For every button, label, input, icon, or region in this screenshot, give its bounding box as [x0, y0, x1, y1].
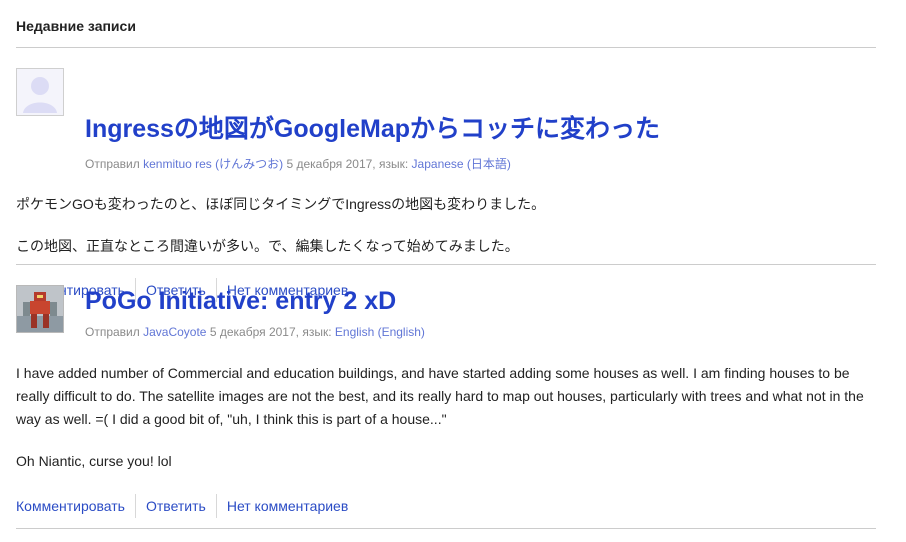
post-body: I have added number of Commercial and ed… [16, 362, 876, 473]
meta-language-label: язык: [302, 325, 332, 339]
no-comments-link[interactable]: Нет комментариев [215, 494, 358, 518]
post-entry: Ingressの地図がGoogleMapからコッチに変わった Отправил … [16, 48, 876, 302]
post-paragraph: この地図、正直なところ間違いが多い。で、編集したくなって始めてみました。 [16, 238, 519, 254]
author-link[interactable]: JavaCoyote [143, 325, 206, 339]
post-paragraph: Oh Niantic, curse you! lol [16, 453, 172, 469]
meta-date: 5 декабря 2017, [286, 157, 376, 171]
comment-link[interactable]: Комментировать [16, 494, 135, 518]
post-title[interactable]: Ingressの地図がGoogleMapからコッチに変わった [85, 114, 660, 144]
language-link[interactable]: English (English) [335, 325, 425, 339]
section-title: Недавние записи [16, 0, 876, 48]
post-meta: Отправил JavaCoyote 5 декабря 2017, язык… [85, 325, 425, 339]
recent-entries: Недавние записи Ingressの地図がGoogleMapからコッ… [16, 0, 876, 529]
post-paragraph: ポケモンGOも変わったのと、ほぼ同じタイミングでIngressの地図も変わりまし… [16, 196, 546, 212]
post-entry: PoGo Initiative: entry 2 xD Отправил Jav… [16, 265, 876, 529]
post-paragraph: I have added number of Commercial and ed… [16, 365, 864, 427]
avatar[interactable] [16, 285, 64, 333]
meta-language-label: язык: [378, 157, 409, 171]
post-meta: Отправил kenmituo res (けんみつお) 5 декабря … [85, 155, 511, 172]
avatar[interactable] [16, 68, 64, 116]
robot-avatar-icon [17, 286, 63, 332]
reply-link[interactable]: Ответить [134, 494, 216, 518]
meta-sent-by: Отправил [85, 325, 140, 339]
post-header: Ingressの地図がGoogleMapからコッチに変わった [16, 48, 876, 143]
post-actions: Комментировать Ответить Нет комментариев [16, 494, 358, 518]
language-link[interactable]: Japanese (日本語) [412, 157, 511, 171]
meta-sent-by: Отправил [85, 157, 140, 171]
post-title[interactable]: PoGo Initiative: entry 2 xD [85, 286, 396, 316]
post-body: ポケモンGOも変わったのと、ほぼ同じタイミングでIngressの地図も変わりまし… [16, 193, 876, 258]
meta-date: 5 декабря 2017, [209, 325, 299, 339]
user-placeholder-icon [17, 69, 63, 115]
author-link[interactable]: kenmituo res (けんみつお) [143, 157, 283, 171]
